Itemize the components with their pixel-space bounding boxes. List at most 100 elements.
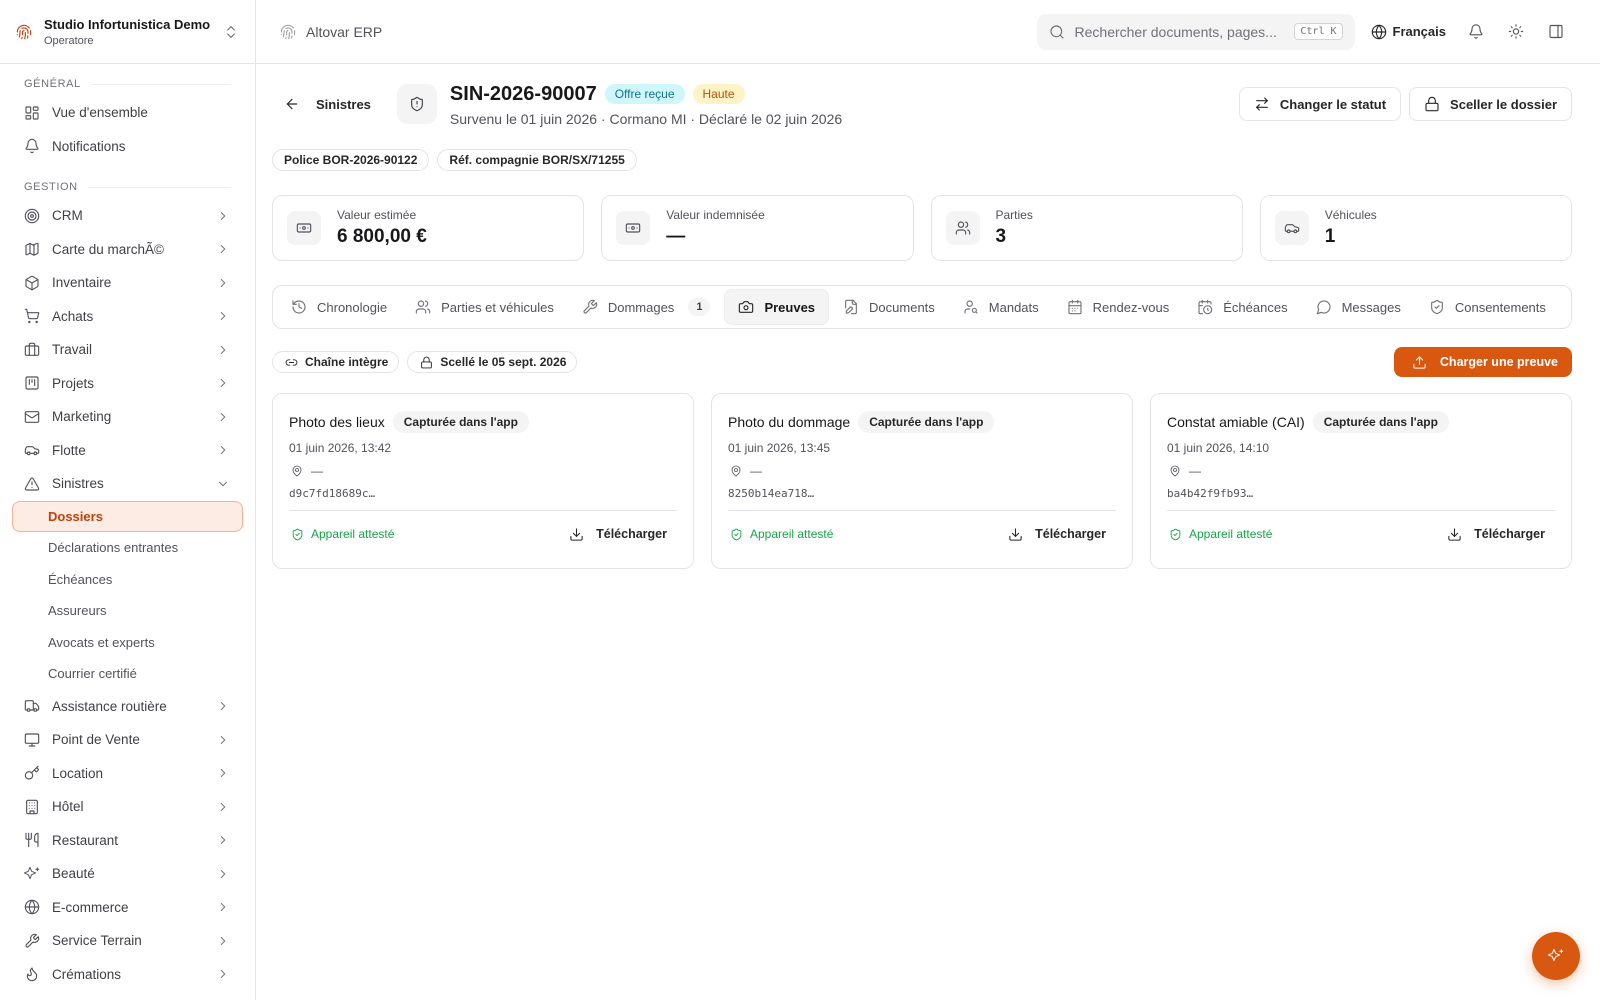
sidebar-item-inventaire[interactable]: Inventaire [12,266,243,300]
sidebar-item-crm[interactable]: CRM [12,199,243,233]
tab-mail[interactable] [1560,289,1571,325]
bell-icon [24,138,40,154]
device-attested-status: Appareil attesté [728,526,1007,542]
chain-integrity-label: Chaîne intègre [305,355,389,369]
sidebar-subitem-avocats-et-experts[interactable]: Avocats et experts [12,627,243,659]
sparkles-icon [1548,948,1564,964]
sidebar-item-label: Notifications [52,138,126,154]
tab-preuves[interactable]: Preuves [724,289,830,325]
sidebar-item-hotel[interactable]: Hôtel [12,790,243,824]
download-icon [1446,526,1462,542]
sidebar-item-achats[interactable]: Achats [12,300,243,334]
tab-documents[interactable]: Documents [829,289,949,325]
sidebar-item-flotte[interactable]: Flotte [12,434,243,468]
chevron-right-icon [215,933,231,949]
evidence-card: Photo du dommage Capturée dans l'app 01 ju… [711,393,1133,569]
upload-icon [1412,354,1428,370]
capture-source-badge: Capturée dans l'app [392,411,529,433]
stat-label: Véhicules [1324,208,1377,222]
download-button[interactable]: Télécharger [1446,526,1555,542]
bell-icon [1468,24,1484,40]
sealed-label: Scellé le 05 sept. 2026 [440,355,567,369]
sidebar-item-label: Location [52,765,104,781]
sidebar-item-vue-d-ensemble[interactable]: Vue d'ensemble [12,96,243,130]
sidebar-item-sinistres[interactable]: Sinistres [12,467,243,501]
status-badge: Offre reçue [604,84,685,104]
upload-evidence-button[interactable]: Charger une preuve [1393,347,1572,377]
seal-file-button[interactable]: Sceller le dossier [1409,87,1572,121]
sidebar-subitem-assureurs[interactable]: Assureurs [12,595,243,627]
change-status-button[interactable]: Changer le statut [1238,87,1402,121]
search-icon [1049,24,1065,40]
map-icon [24,241,40,257]
sidebar-item-marketing[interactable]: Marketing [12,400,243,434]
tab-messages[interactable]: Messages [1302,289,1415,325]
sidebar-item-label: Beauté [52,866,95,882]
chevron-right-icon [215,442,231,458]
claim-id: SIN-2026-90007 [449,82,597,105]
tab-count-badge: 1 [688,298,711,316]
tab-mandats[interactable]: Mandats [949,289,1053,325]
evidence-location-value: — [750,464,762,478]
truck-icon [24,698,40,714]
stat-icon-box [945,211,980,245]
sidebar-item-point-de-vente[interactable]: Point de Vente [12,723,243,757]
sidebar-subitem-echeances[interactable]: Échéances [12,564,243,596]
tab-chronologie[interactable]: Chronologie [277,289,401,325]
tab-consentements[interactable]: Consentements [1415,289,1560,325]
tab-dommages[interactable]: Dommages 1 [568,289,725,325]
stat-card: Parties 3 [930,195,1243,261]
sidebar-item-label: Hôtel [52,799,84,815]
notifications-button[interactable] [1456,14,1496,50]
download-button[interactable]: Télécharger [568,526,677,542]
chevron-right-icon [215,241,231,257]
sidebar-item-label: Inventaire [52,275,112,291]
sidebar-item-assistance-routiere[interactable]: Assistance routière [12,690,243,724]
chevron-right-icon [215,832,231,848]
shield-check-icon [728,526,744,542]
upload-evidence-label: Charger une preuve [1439,355,1558,369]
company-ref-tag: Réf. compagnie BOR/SX/71255 [437,149,637,171]
evidence-location-value: — [1189,464,1201,478]
tab-echeances[interactable]: Échéances [1183,289,1301,325]
sidebar-item-service-terrain[interactable]: Service Terrain [12,924,243,958]
panel-toggle-button[interactable] [1536,14,1576,50]
sidebar-item-beaute[interactable]: Beauté [12,857,243,891]
stat-value: 3 [995,226,1007,247]
stat-label: Valeur indemnisée [666,208,765,222]
language-label: Français [1392,24,1446,39]
seal-file-label: Sceller le dossier [1450,96,1557,112]
ai-assistant-button[interactable] [1532,932,1580,980]
sidebar-item-e-commerce[interactable]: E-commerce [12,891,243,925]
search-input[interactable]: Rechercher documents, pages... Ctrl K [1036,13,1355,50]
sidebar-subitem-declarations-entrantes[interactable]: Déclarations entrantes [12,532,243,564]
sidebar-item-travail[interactable]: Travail [12,333,243,367]
org-switcher[interactable]: Studio Infortunistica Demo Operatore [0,0,255,64]
sidebar-nav: GÉNÉRAL Vue d'ensemble Notifications GEST… [0,64,255,991]
sidebar-subitem-courrier-certifie[interactable]: Courrier certifié [12,658,243,690]
brand: Altovar ERP [280,24,1037,40]
sidebar-item-projets[interactable]: Projets [12,367,243,401]
sidebar-item-label: Marketing [52,409,112,425]
banknote-icon [296,220,312,236]
monitor-icon [24,732,40,748]
chevron-right-icon [215,208,231,224]
back-button[interactable]: Sinistres [272,82,383,126]
theme-toggle-button[interactable] [1496,14,1536,50]
calendar-clock-icon [1197,299,1213,315]
sidebar-item-restaurant[interactable]: Restaurant [12,824,243,858]
sidebar-item-location[interactable]: Location [12,757,243,791]
sidebar-subitem-dossiers[interactable]: Dossiers [12,500,243,532]
sidebar-item-cremations[interactable]: Crémations [12,958,243,992]
building-icon [24,799,40,815]
download-button[interactable]: Télécharger [1007,526,1116,542]
brand-name: Altovar ERP [306,23,383,40]
tab-parties-et-vehicules[interactable]: Parties et véhicules [401,289,568,325]
tab-rendez-vous[interactable]: Rendez-vous [1053,289,1184,325]
car-icon [24,442,40,458]
sidebar-item-carte-du-marcha[interactable]: Carte du marchÃ© [12,233,243,267]
language-switcher[interactable]: Français [1371,24,1446,40]
sidebar-item-notifications[interactable]: Notifications [12,130,243,164]
user-key-icon [963,299,979,315]
tab-label: Dommages [607,299,675,315]
